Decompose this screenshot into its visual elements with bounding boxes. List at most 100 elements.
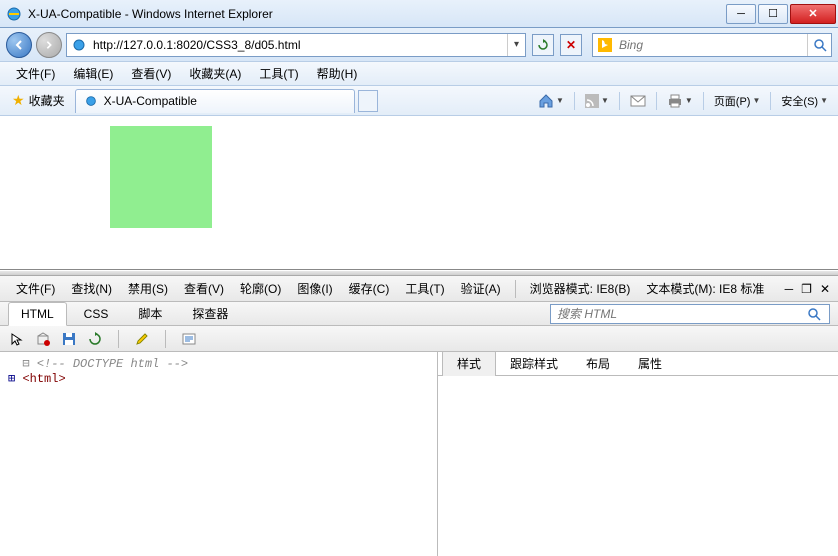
devtools-right-tabs: 样式 跟踪样式 布局 属性 bbox=[438, 352, 838, 376]
chevron-down-icon: ▼ bbox=[820, 96, 828, 105]
devtools-tabs: HTML CSS 脚本 探查器 bbox=[0, 302, 838, 326]
page-label: 页面(P) bbox=[714, 93, 751, 109]
rss-icon bbox=[585, 94, 599, 108]
mail-icon bbox=[630, 95, 646, 107]
search-button[interactable] bbox=[807, 34, 831, 56]
dt-menu-tools[interactable]: 工具(T) bbox=[397, 277, 452, 300]
clear-cache-button[interactable] bbox=[34, 330, 52, 348]
chevron-down-icon: ▼ bbox=[601, 96, 609, 105]
mail-button[interactable] bbox=[626, 90, 650, 112]
address-bar[interactable]: ▾ bbox=[66, 33, 526, 57]
tab-active[interactable]: X-UA-Compatible bbox=[75, 89, 355, 113]
dt-rtab-trace[interactable]: 跟踪样式 bbox=[496, 352, 572, 376]
print-button[interactable]: ▼ bbox=[663, 90, 697, 112]
dt-tab-script[interactable]: 脚本 bbox=[125, 300, 175, 327]
tabbar: ★ 收藏夹 X-UA-Compatible ▼ ▼ ▼ 页面(P) ▼ 安全(S… bbox=[0, 86, 838, 116]
dt-menu-image[interactable]: 图像(I) bbox=[289, 277, 340, 300]
minimize-button[interactable]: ─ bbox=[726, 4, 756, 24]
favorites-button[interactable]: ★ 收藏夹 bbox=[6, 90, 71, 111]
chevron-down-icon: ▼ bbox=[685, 96, 693, 105]
print-icon bbox=[667, 94, 683, 108]
address-input[interactable] bbox=[91, 36, 507, 54]
separator bbox=[165, 330, 166, 348]
dt-doc-mode[interactable]: 文本模式(M): IE8 标准 bbox=[638, 277, 772, 300]
devtools-body: ⊟ <!-- DOCTYPE html --> ⊞ <html> 样式 跟踪样式… bbox=[0, 352, 838, 556]
tree-root[interactable]: ⊞ <html> bbox=[8, 371, 429, 386]
dt-menu-file[interactable]: 文件(F) bbox=[8, 277, 63, 300]
safety-label: 安全(S) bbox=[781, 93, 818, 109]
dt-menu-find[interactable]: 查找(N) bbox=[63, 277, 120, 300]
refresh-tree-button[interactable] bbox=[86, 330, 104, 348]
home-icon bbox=[538, 93, 554, 109]
devtools-right-panel: 样式 跟踪样式 布局 属性 bbox=[438, 352, 838, 556]
separator bbox=[619, 92, 620, 110]
tab-favicon-icon bbox=[84, 94, 98, 108]
dt-browser-mode[interactable]: 浏览器模式: IE8(B) bbox=[522, 277, 639, 300]
dt-menu-outline[interactable]: 轮廓(O) bbox=[232, 277, 289, 300]
devtools-search-input[interactable] bbox=[551, 305, 807, 323]
menu-edit[interactable]: 编辑(E) bbox=[65, 62, 121, 85]
separator bbox=[574, 92, 575, 110]
separator bbox=[770, 92, 771, 110]
devtools-toolbar bbox=[0, 326, 838, 352]
menu-file[interactable]: 文件(F) bbox=[8, 62, 63, 85]
attributes-button[interactable] bbox=[180, 330, 198, 348]
dt-unpin-button[interactable]: ❐ bbox=[801, 282, 812, 296]
stop-button[interactable]: ✕ bbox=[560, 34, 582, 56]
search-bar[interactable] bbox=[592, 33, 832, 57]
menu-help[interactable]: 帮助(H) bbox=[309, 62, 366, 85]
page-menu-button[interactable]: 页面(P) ▼ bbox=[710, 90, 765, 112]
home-button[interactable]: ▼ bbox=[534, 90, 568, 112]
devtools-search-button[interactable] bbox=[807, 307, 829, 321]
select-element-button[interactable] bbox=[8, 330, 26, 348]
window-title: X-UA-Compatible - Windows Internet Explo… bbox=[28, 7, 726, 21]
back-button[interactable] bbox=[6, 32, 32, 58]
chevron-down-icon: ▼ bbox=[556, 96, 564, 105]
dt-tab-html[interactable]: HTML bbox=[8, 302, 67, 326]
maximize-button[interactable]: ☐ bbox=[758, 4, 788, 24]
dt-close-button[interactable]: ✕ bbox=[820, 282, 830, 296]
page-content bbox=[0, 116, 838, 270]
forward-button[interactable] bbox=[36, 32, 62, 58]
separator bbox=[703, 92, 704, 110]
dt-rtab-layout[interactable]: 布局 bbox=[572, 352, 624, 376]
new-tab-button[interactable] bbox=[358, 90, 378, 112]
menu-favorites[interactable]: 收藏夹(A) bbox=[181, 62, 249, 85]
dt-menu-validate[interactable]: 验证(A) bbox=[453, 277, 509, 300]
dt-tab-profiler[interactable]: 探查器 bbox=[179, 300, 241, 327]
menubar: 文件(F) 编辑(E) 查看(V) 收藏夹(A) 工具(T) 帮助(H) bbox=[0, 62, 838, 86]
separator bbox=[118, 330, 119, 348]
dom-tree[interactable]: ⊟ <!-- DOCTYPE html --> ⊞ <html> bbox=[0, 352, 438, 556]
page-favicon-icon bbox=[71, 37, 87, 53]
devtools-search[interactable] bbox=[550, 304, 830, 324]
chevron-down-icon: ▼ bbox=[752, 96, 760, 105]
dt-rtab-style[interactable]: 样式 bbox=[442, 352, 496, 377]
close-button[interactable]: ✕ bbox=[790, 4, 836, 24]
devtools-menubar: 文件(F) 查找(N) 禁用(S) 查看(V) 轮廓(O) 图像(I) 缓存(C… bbox=[0, 276, 838, 302]
dt-minimize-button[interactable]: ─ bbox=[785, 282, 794, 296]
dt-rtab-attrs[interactable]: 属性 bbox=[624, 352, 676, 376]
separator bbox=[656, 92, 657, 110]
dt-menu-cache[interactable]: 缓存(C) bbox=[341, 277, 398, 300]
menu-view[interactable]: 查看(V) bbox=[123, 62, 179, 85]
dt-tab-css[interactable]: CSS bbox=[71, 302, 122, 326]
refresh-button[interactable] bbox=[532, 34, 554, 56]
navbar: ▾ ✕ bbox=[0, 28, 838, 62]
bing-icon bbox=[597, 37, 613, 53]
window-controls: ─ ☐ ✕ bbox=[726, 4, 836, 24]
dt-menu-view[interactable]: 查看(V) bbox=[176, 277, 232, 300]
ie-logo-icon bbox=[6, 6, 22, 22]
search-input[interactable] bbox=[617, 36, 807, 54]
dt-menu-disable[interactable]: 禁用(S) bbox=[120, 277, 176, 300]
green-box bbox=[110, 126, 212, 228]
save-button[interactable] bbox=[60, 330, 78, 348]
titlebar: X-UA-Compatible - Windows Internet Explo… bbox=[0, 0, 838, 28]
safety-menu-button[interactable]: 安全(S) ▼ bbox=[777, 90, 832, 112]
tree-comment: ⊟ <!-- DOCTYPE html --> bbox=[8, 356, 429, 371]
feeds-button[interactable]: ▼ bbox=[581, 90, 613, 112]
edit-button[interactable] bbox=[133, 330, 151, 348]
address-dropdown[interactable]: ▾ bbox=[507, 34, 525, 56]
separator bbox=[515, 280, 516, 298]
star-icon: ★ bbox=[12, 92, 25, 109]
menu-tools[interactable]: 工具(T) bbox=[251, 62, 306, 85]
